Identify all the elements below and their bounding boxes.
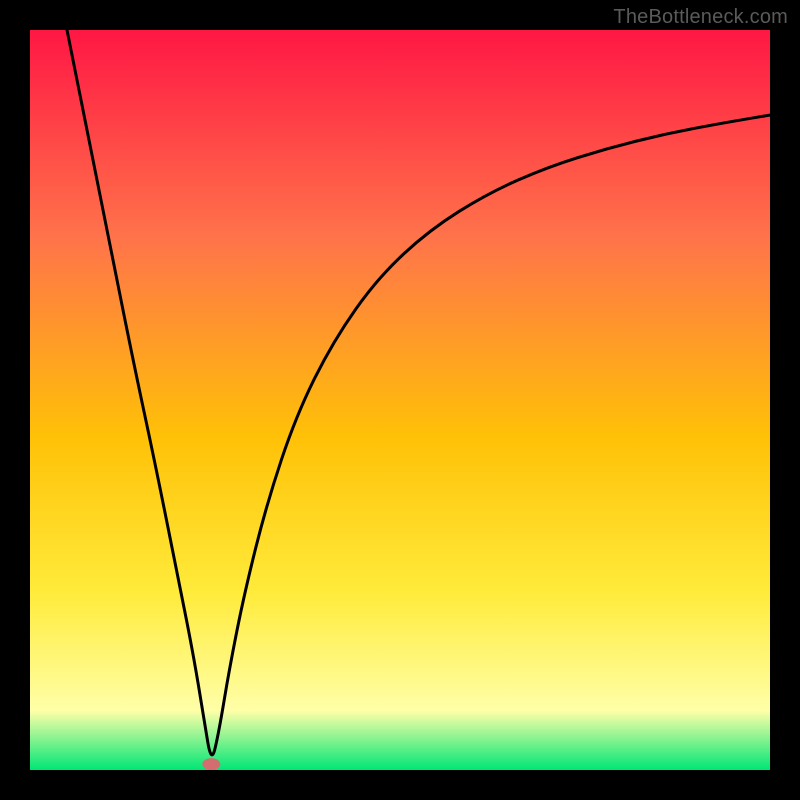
plot-area xyxy=(30,30,770,770)
chart-container: TheBottleneck.com xyxy=(0,0,800,800)
watermark-text: TheBottleneck.com xyxy=(613,6,788,29)
chart-svg xyxy=(30,30,770,770)
minimum-marker xyxy=(202,758,220,770)
